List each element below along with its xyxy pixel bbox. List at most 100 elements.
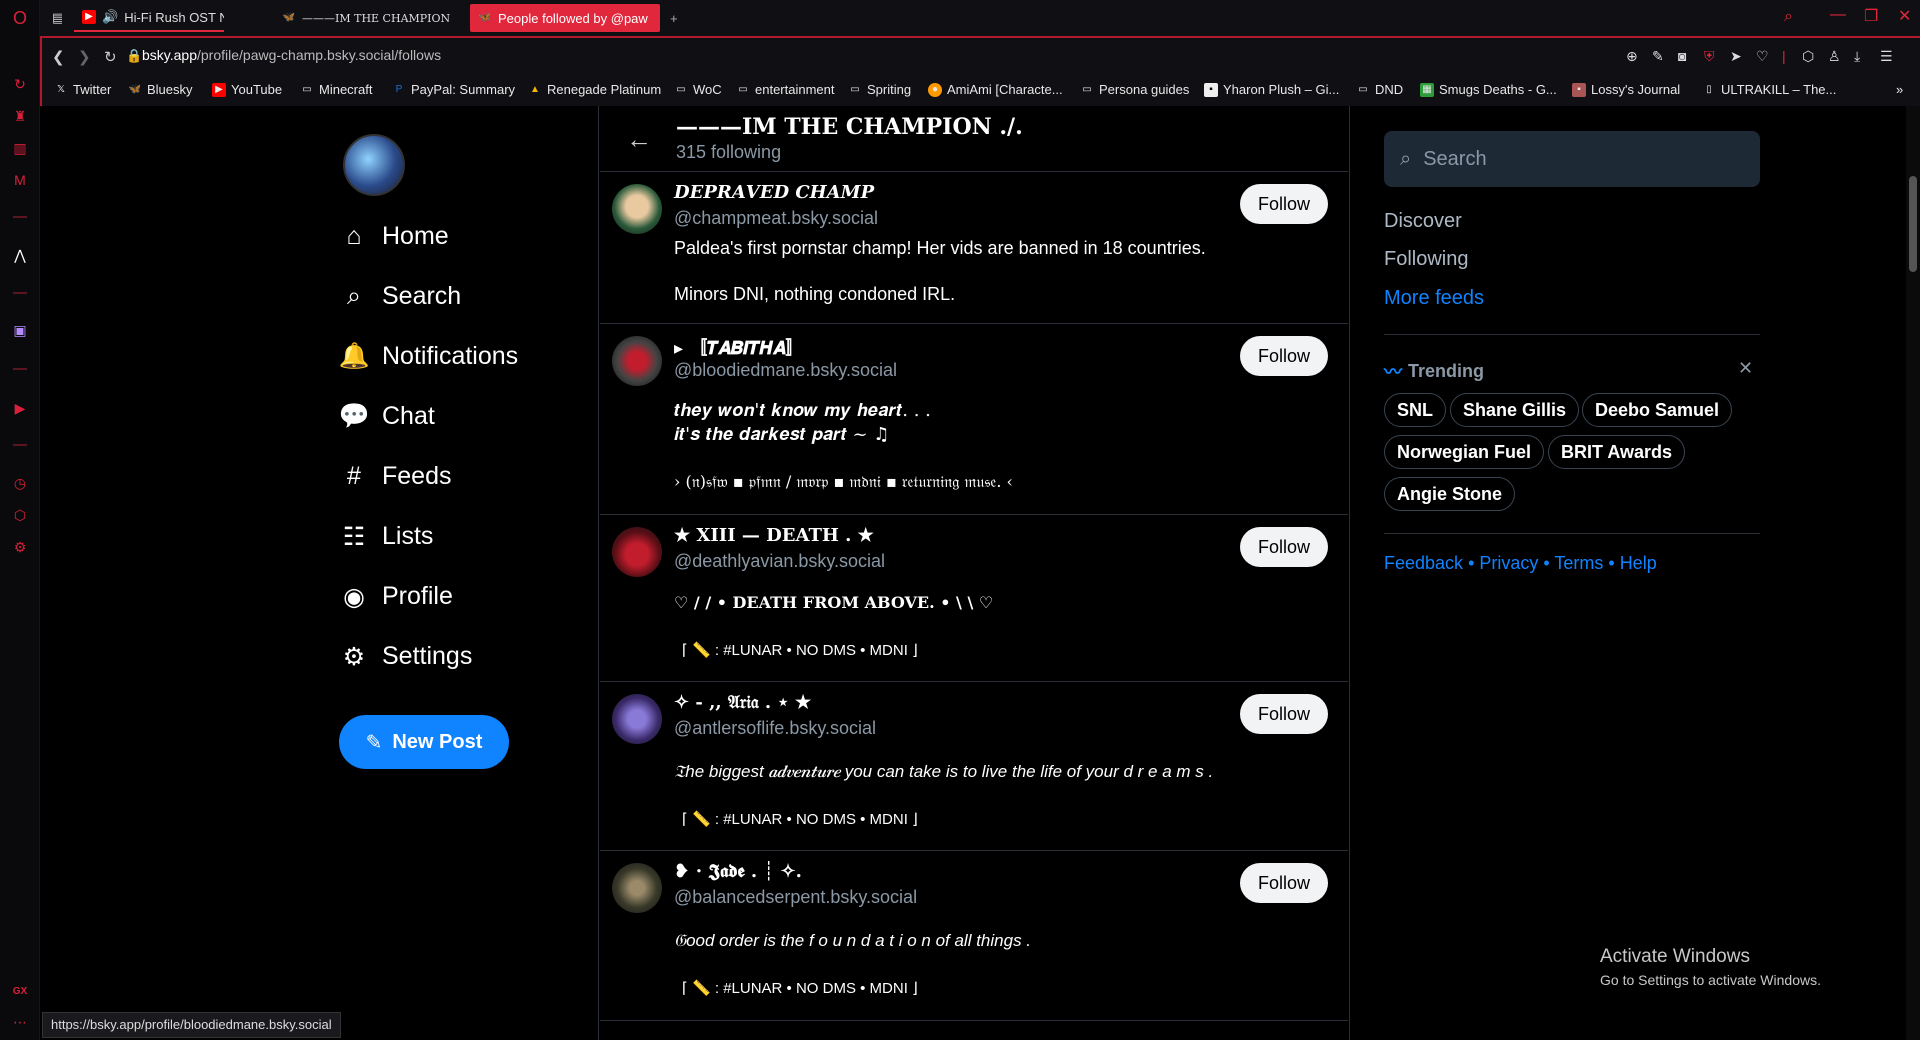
back-icon[interactable]: ❮ bbox=[52, 48, 65, 66]
opera-logo-icon[interactable]: O bbox=[10, 8, 30, 28]
handle[interactable]: @balancedserpent.bsky.social bbox=[674, 887, 917, 908]
cards-icon[interactable]: ▥ bbox=[10, 138, 30, 158]
nav-search[interactable]: ⌕ Search bbox=[340, 282, 461, 311]
follow-button[interactable]: Follow bbox=[1240, 336, 1328, 376]
privacy-link[interactable]: Privacy bbox=[1479, 553, 1538, 573]
bookmark-item[interactable]: 🦋 Bluesky bbox=[128, 82, 193, 97]
trending-pill[interactable]: Shane Gillis bbox=[1450, 393, 1580, 427]
close-window-icon[interactable]: ✕ bbox=[1898, 6, 1911, 26]
nav-chat[interactable]: 💬 Chat bbox=[338, 402, 434, 431]
user-avatar[interactable] bbox=[343, 134, 405, 196]
trending-pill[interactable]: Angie Stone bbox=[1384, 477, 1516, 511]
help-link[interactable]: Help bbox=[1620, 553, 1657, 573]
scrollbar-thumb[interactable] bbox=[1909, 176, 1917, 272]
cube-icon[interactable]: ⬡ bbox=[1802, 48, 1814, 65]
download-icon[interactable]: ⤓ bbox=[1854, 48, 1860, 65]
menu-icon[interactable]: ☰ bbox=[1880, 48, 1893, 65]
follow-button[interactable]: Follow bbox=[1240, 863, 1328, 903]
nav-lists[interactable]: ☷ Lists bbox=[340, 522, 434, 551]
follow-row[interactable]: ✧ - ,, 𝔄𝔯𝔦𝔞 . ⋆ ★ @antlersoflife.bsky.so… bbox=[600, 682, 1348, 851]
tab-follows[interactable]: 🦋 People followed by @paw bbox=[470, 4, 660, 32]
bookmark-item[interactable]: ▲ Renegade Platinum bbox=[528, 82, 661, 97]
follow-row[interactable]: ★ XIII — DEATH . ★ @deathlyavian.bsky.so… bbox=[600, 515, 1348, 682]
follow-row[interactable]: ▸ 〚𝑻𝑨𝑩𝑰𝑻𝑯𝑨〛 @bloodiedmane.bsky.social 𝒕𝒉… bbox=[600, 324, 1348, 515]
lock-icon[interactable]: 🔒 bbox=[126, 48, 142, 64]
terms-link[interactable]: Terms bbox=[1554, 553, 1603, 573]
follow-row[interactable]: 𝑫𝑬𝑷𝑹𝑨𝑽𝑬𝑫 𝑪𝑯𝑨𝑴𝑷 @champmeat.bsky.social Pa… bbox=[600, 172, 1348, 324]
settings-icon[interactable]: ⚙ bbox=[10, 537, 30, 557]
search-input[interactable]: ⌕ Search bbox=[1384, 131, 1760, 187]
bookmark-item[interactable]: 𝕏 Twitter bbox=[54, 82, 111, 97]
edit-icon[interactable]: ✎ bbox=[1652, 48, 1664, 65]
nav-settings[interactable]: ⚙ Settings bbox=[340, 642, 473, 671]
reload-icon[interactable]: ↻ bbox=[104, 48, 117, 66]
tab-champion[interactable]: 🦋 ———IM THE CHAMPION ./. bbox=[274, 4, 454, 32]
forward-icon[interactable]: ❯ bbox=[78, 48, 91, 66]
refresh-speed-icon[interactable]: ↻ bbox=[10, 74, 30, 94]
follow-button[interactable]: Follow bbox=[1240, 527, 1328, 567]
back-arrow-icon[interactable]: ← bbox=[626, 124, 652, 155]
feed-link-discover[interactable]: Discover bbox=[1384, 210, 1462, 233]
avatar[interactable] bbox=[612, 694, 662, 744]
display-name[interactable]: 𝑫𝑬𝑷𝑹𝑨𝑽𝑬𝑫 𝑪𝑯𝑨𝑴𝑷 bbox=[674, 182, 874, 203]
twitch-icon[interactable]: ▣ bbox=[10, 320, 30, 340]
feedback-link[interactable]: Feedback bbox=[1384, 553, 1463, 573]
avatar[interactable] bbox=[612, 336, 662, 386]
bookmark-item[interactable]: ▪ Yharon Plush – Gi... bbox=[1204, 82, 1339, 97]
history-icon[interactable]: ◷ bbox=[10, 473, 30, 493]
nav-feeds[interactable]: # Feeds bbox=[340, 462, 451, 491]
follow-row[interactable]: ❥ ⋅ 𝕵𝖆𝖉𝖊 . ┊ ✧. @balancedserpent.bsky.so… bbox=[600, 851, 1348, 1021]
extensions-icon[interactable]: ⬡ bbox=[10, 505, 30, 525]
nav-profile[interactable]: ◉ Profile bbox=[340, 582, 453, 611]
handle[interactable]: @antlersoflife.bsky.social bbox=[674, 718, 876, 739]
handle[interactable]: @champmeat.bsky.social bbox=[674, 208, 878, 229]
avatar[interactable] bbox=[612, 184, 662, 234]
url-field[interactable]: bsky.app/profile/pawg-champ.bsky.social/… bbox=[142, 47, 441, 63]
trending-pill[interactable]: Deebo Samuel bbox=[1582, 393, 1733, 427]
display-name[interactable]: ▸ 〚𝑻𝑨𝑩𝑰𝑻𝑯𝑨〛 bbox=[674, 334, 803, 360]
feed-link-following[interactable]: Following bbox=[1384, 248, 1468, 271]
follow-button[interactable]: Follow bbox=[1240, 184, 1328, 224]
close-trending-icon[interactable]: ✕ bbox=[1738, 358, 1753, 379]
feed-link-more[interactable]: More feeds bbox=[1384, 287, 1484, 310]
handle[interactable]: @deathlyavian.bsky.social bbox=[674, 551, 885, 572]
bookmark-item[interactable]: ▶ YouTube bbox=[212, 82, 282, 97]
handle[interactable]: @bloodiedmane.bsky.social bbox=[674, 360, 897, 381]
trending-pill[interactable]: BRIT Awards bbox=[1548, 435, 1686, 469]
adblock-icon[interactable]: ⛨ bbox=[1704, 48, 1715, 65]
trending-pill[interactable]: SNL bbox=[1384, 393, 1446, 427]
maximize-icon[interactable]: ❐ bbox=[1864, 6, 1878, 26]
bookmark-item[interactable]: ▭ DND bbox=[1356, 82, 1403, 97]
speaker-icon[interactable]: 🔊 bbox=[102, 9, 118, 25]
workspace-icon[interactable]: ▤ bbox=[44, 4, 62, 32]
bookmark-item[interactable]: ▭ WoC bbox=[674, 82, 721, 97]
tab-search-icon[interactable]: ⌕ bbox=[1784, 8, 1793, 26]
display-name[interactable]: ★ XIII — DEATH . ★ bbox=[674, 525, 874, 546]
new-post-button[interactable]: ✎ New Post bbox=[339, 715, 509, 769]
bookmark-item[interactable]: ▭ entertainment bbox=[736, 82, 834, 97]
bookmark-item[interactable]: ▭ Minecraft bbox=[300, 82, 372, 97]
avatar[interactable] bbox=[612, 527, 662, 577]
bookmark-item[interactable]: ● AmiAmi [Characte... bbox=[928, 82, 1063, 97]
mail-icon[interactable]: M bbox=[10, 170, 30, 190]
camera-icon[interactable]: ◙ bbox=[1678, 48, 1686, 64]
player-icon[interactable]: ▶ bbox=[10, 398, 30, 418]
bookmark-item[interactable]: ▭ Spriting bbox=[848, 82, 911, 97]
aria-icon[interactable]: ⋀ bbox=[10, 245, 30, 265]
game-icon[interactable]: ♜ bbox=[10, 106, 30, 126]
bookmark-item[interactable]: ▦ Smugs Deaths - G... bbox=[1420, 82, 1557, 97]
minimize-icon[interactable]: — bbox=[1830, 6, 1846, 24]
follow-button[interactable]: Follow bbox=[1240, 694, 1328, 734]
display-name[interactable]: ❥ ⋅ 𝕵𝖆𝖉𝖊 . ┊ ✧. bbox=[674, 861, 802, 882]
bookmark-item[interactable]: ▪ Lossy's Journal bbox=[1572, 82, 1680, 97]
bookmark-item[interactable]: P PayPal: Summary bbox=[392, 82, 515, 97]
avatar[interactable] bbox=[612, 863, 662, 913]
more-icon[interactable]: ⋯ bbox=[10, 1012, 30, 1032]
trending-pill[interactable]: Norwegian Fuel bbox=[1384, 435, 1545, 469]
new-tab-button[interactable]: + bbox=[662, 4, 684, 32]
display-name[interactable]: ✧ - ,, 𝔄𝔯𝔦𝔞 . ⋆ ★ bbox=[674, 692, 811, 713]
tab-hifi-rush[interactable]: ▶ 🔊 Hi-Fi Rush OST Negotia bbox=[74, 4, 224, 32]
send-icon[interactable]: ➤ bbox=[1730, 48, 1742, 65]
nav-notifications[interactable]: 🔔 Notifications bbox=[338, 342, 518, 371]
heart-icon[interactable]: ♡ bbox=[1756, 48, 1769, 65]
